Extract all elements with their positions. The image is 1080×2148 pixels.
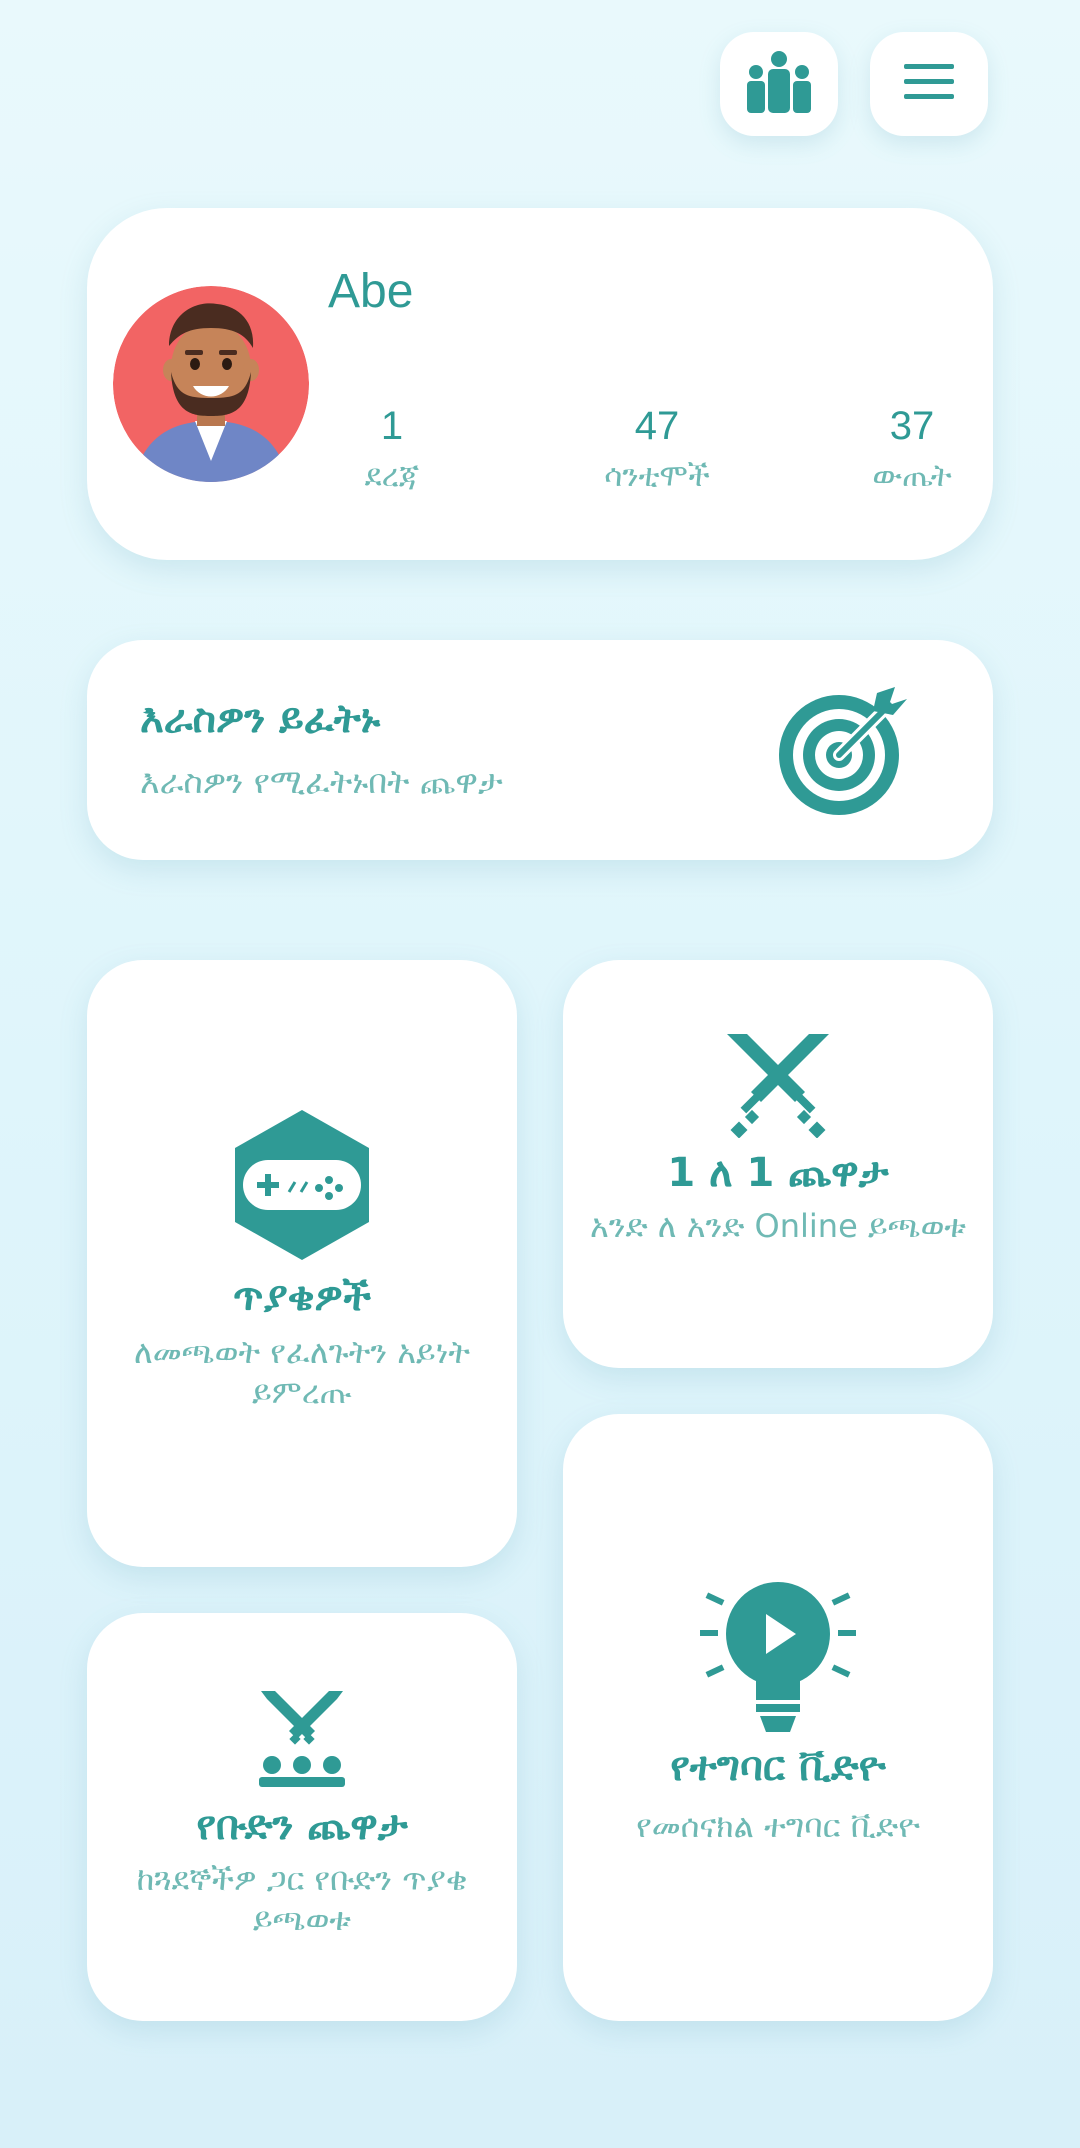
stat-score: 37 ውጤት xyxy=(847,404,977,495)
stat-level-value: 1 xyxy=(380,404,404,448)
stat-coins-value: 47 xyxy=(634,404,680,448)
team-game-card[interactable]: የቡድን ጨዋታ ከጓደኞችዎ ጋር የቡድን ጥያቄ ይጫወቱ xyxy=(87,1613,517,2021)
quizzes-subtitle: ለመጫወት የፈለጉትን አይነት ይምረጡ xyxy=(133,1333,471,1411)
target-arrow-icon xyxy=(777,685,909,821)
group-people-icon xyxy=(746,50,812,118)
quizzes-card[interactable]: ጥያቄዎች ለመጫወት የፈለጉትን አይነት ይምረጡ xyxy=(87,960,517,1567)
action-video-title: የተግባር ቪድዮ xyxy=(670,1744,886,1790)
stat-level-label: ደረጃ xyxy=(364,458,420,494)
quizzes-title: ጥያቄዎች xyxy=(233,1274,371,1320)
stat-score-label: ውጤት xyxy=(872,458,952,494)
one-vs-one-title: 1 ለ 1 ጨዋታ xyxy=(667,1150,889,1196)
one-vs-one-card[interactable]: 1 ለ 1 ጨዋታ አንድ ለ አንድ Online ይጫወቱ xyxy=(563,960,993,1368)
menu-button[interactable] xyxy=(870,32,988,136)
challenge-title: እራስዎን ይፈትኑ xyxy=(140,696,381,742)
username: Abe xyxy=(328,265,414,318)
action-video-card[interactable]: የተግባር ቪድዮ የመሰናክል ተግባር ቪድዮ xyxy=(563,1414,993,2021)
profile-card[interactable]: Abe 1 ደረጃ 47 ሳንቲሞች 37 ውጤት xyxy=(87,208,993,560)
stat-level: 1 ደረጃ xyxy=(327,404,457,495)
stat-coins-label: ሳንቲሞች xyxy=(604,458,710,494)
team-game-subtitle: ከጓደኞችዎ ጋር የቡድን ጥያቄ ይጫወቱ xyxy=(136,1860,468,1938)
swords-team-icon xyxy=(257,1689,347,1793)
challenge-subtitle: እራስዎን የሚፈትኑበት ጨዋታ xyxy=(140,762,503,801)
action-video-subtitle: የመሰናክል ተግባር ቪድዮ xyxy=(636,1807,920,1845)
stat-score-value: 37 xyxy=(889,404,935,448)
avatar[interactable] xyxy=(113,286,309,482)
gamepad-hexagon-icon xyxy=(235,1110,369,1264)
one-vs-one-subtitle: አንድ ለ አንድ Online ይጫወቱ xyxy=(589,1207,967,1245)
team-game-title: የቡድን ጨዋታ xyxy=(196,1803,408,1849)
leaderboard-button[interactable] xyxy=(720,32,838,136)
crossed-swords-icon xyxy=(725,1032,831,1142)
challenge-yourself-card[interactable]: እራስዎን ይፈትኑ እራስዎን የሚፈትኑበት ጨዋታ xyxy=(87,640,993,860)
hamburger-menu-icon xyxy=(904,64,954,104)
lightbulb-play-icon xyxy=(700,1578,856,1742)
stat-coins: 47 ሳንቲሞች xyxy=(557,404,757,495)
